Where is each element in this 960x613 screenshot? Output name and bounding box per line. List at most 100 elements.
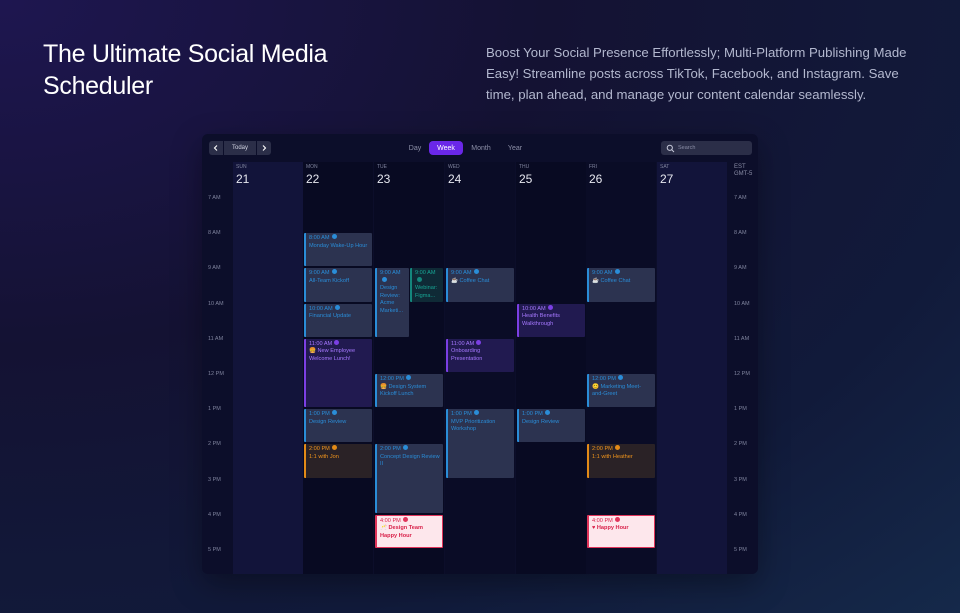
subtext: Boost Your Social Presence Effortlessly;…: [486, 45, 907, 102]
event-time: 1:00 PM: [522, 410, 582, 419]
calendar-event[interactable]: 12:00 PM 😊 Marketing Meet-and-Greet: [587, 374, 655, 408]
calendar-widget: Today Day Week Month Year EST GMT-5 SUN 2…: [202, 134, 758, 574]
event-title: Design Review: [309, 418, 347, 425]
calendar-event[interactable]: 1:00 PM MVP Prioritization Workshop: [446, 409, 514, 478]
event-time: 9:00 AM: [309, 269, 369, 278]
calendar-event[interactable]: 9:00 AM All-Team Kickoff: [304, 268, 372, 302]
day-header-fri: FRI 26: [586, 164, 656, 186]
event-title: 1:1 with Heather: [592, 453, 633, 460]
hour-label-left: 3 PM: [208, 476, 221, 483]
day-date[interactable]: 26: [586, 172, 656, 186]
day-date[interactable]: 25: [516, 172, 586, 186]
tab-year[interactable]: Year: [501, 141, 529, 155]
hour-label-left: 9 AM: [208, 265, 221, 272]
event-time: 9:00 AM: [415, 270, 440, 285]
event-title: ☕ Coffee Chat: [451, 277, 490, 284]
video-call-icon: [334, 339, 340, 345]
event-title: All-Team Kickoff: [309, 277, 349, 284]
calendar-event[interactable]: 8:00 AM Monday Wake-Up Hour: [304, 233, 372, 267]
today-button[interactable]: Today: [224, 141, 256, 155]
video-call-icon: [476, 339, 482, 345]
event-title: Onboarding Presentation: [451, 348, 483, 362]
event-time: 1:00 PM: [451, 410, 511, 419]
event-title: MVP Prioritization Workshop: [451, 418, 496, 433]
calendar-event[interactable]: 1:00 PM Design Review: [304, 409, 372, 443]
calendar-event[interactable]: 11:00 AM Onboarding Presentation: [446, 338, 514, 372]
tab-month[interactable]: Month: [465, 141, 497, 155]
day-name: WED: [448, 164, 460, 170]
hour-label-left: 5 PM: [208, 547, 221, 553]
hour-label-right: 10 AM: [734, 300, 750, 307]
event-time: 9:00 AM: [592, 269, 652, 278]
prev-week-button[interactable]: [209, 141, 223, 155]
calendar-event[interactable]: 9:00 AM ☕ Coffee Chat: [446, 268, 514, 302]
calendar-event[interactable]: 4:00 PM ♥ Happy Hour: [587, 514, 655, 548]
calendar-event[interactable]: 2:00 PM 1:1 with Jon: [304, 444, 372, 478]
hour-label-left: 4 PM: [208, 511, 221, 518]
day-column-thu[interactable]: [516, 162, 586, 574]
video-call-icon: [617, 375, 623, 381]
day-column-sat[interactable]: [657, 162, 727, 574]
calendar-event[interactable]: 9:00 AM ☕ Coffee Chat: [587, 268, 655, 302]
event-title: Financial Update: [309, 313, 351, 320]
event-title: Monday Wake-Up Hour: [309, 242, 368, 249]
day-column-sun[interactable]: [233, 162, 303, 574]
day-date[interactable]: 21: [233, 172, 303, 186]
event-time: 9:00 AM: [451, 269, 511, 278]
event-title: Webinar: Figma...: [415, 285, 438, 299]
day-name: MON: [306, 164, 318, 170]
search-box[interactable]: [661, 141, 752, 155]
tab-day[interactable]: Day: [402, 141, 428, 155]
chevron-left-icon: [213, 145, 218, 151]
event-title: 1:1 with Jon: [309, 453, 339, 460]
search-input[interactable]: [678, 145, 748, 151]
calendar-event[interactable]: 12:00 PM 🍔 Design System Kickoff Lunch: [375, 374, 443, 408]
video-call-icon: [331, 445, 337, 451]
video-call-icon: [547, 304, 553, 310]
day-date[interactable]: 27: [657, 172, 727, 186]
video-call-icon: [382, 276, 387, 282]
day-date[interactable]: 22: [303, 172, 373, 186]
next-week-button[interactable]: [257, 141, 271, 155]
search-icon: [666, 144, 675, 153]
event-title: ♥ Happy Hour: [592, 525, 629, 532]
video-call-icon: [402, 445, 408, 451]
event-time: 11:00 AM: [451, 339, 511, 349]
hour-label-right: 12 PM: [734, 371, 750, 377]
day-date[interactable]: 23: [374, 172, 444, 186]
event-title: Concept Design Review II: [380, 453, 440, 468]
video-call-icon: [614, 269, 620, 275]
day-header-tue: TUE 23: [374, 164, 444, 186]
event-title: 🍔 Design System Kickoff Lunch: [380, 383, 427, 398]
hour-label-left: 11 AM: [208, 335, 224, 342]
calendar-event[interactable]: 9:00 AM Webinar: Figma...: [410, 268, 443, 302]
video-call-icon: [331, 410, 337, 416]
calendar-event[interactable]: 1:00 PM Design Review: [517, 409, 585, 443]
video-call-icon: [544, 410, 550, 416]
day-header-sun: SUN 21: [233, 164, 303, 186]
event-time: 10:00 AM: [522, 304, 582, 314]
video-call-icon: [614, 516, 620, 522]
calendar-event[interactable]: 4:00 PM 🥂 Design Team Happy Hour: [375, 514, 443, 548]
calendar-event[interactable]: 11:00 AM 🍔 New Employee Welcome Lunch!: [304, 338, 372, 408]
day-column-fri[interactable]: [586, 162, 656, 574]
video-call-icon: [331, 234, 337, 240]
day-header-mon: MON 22: [303, 164, 373, 186]
hour-label-right: 11 AM: [734, 335, 750, 342]
hour-label-left: 2 PM: [208, 441, 221, 448]
event-title: 🍔 New Employee Welcome Lunch!: [309, 348, 356, 362]
day-name: FRI: [589, 164, 598, 170]
calendar-event[interactable]: 2:00 PM 1:1 with Heather: [587, 444, 655, 478]
hour-label-right: 4 PM: [734, 511, 747, 518]
calendar-event[interactable]: 9:00 AM Design Review: Acme Marketi...: [375, 268, 409, 337]
hour-label-right: 5 PM: [734, 547, 747, 553]
calendar-event[interactable]: 10:00 AM Health Benefits Walkthrough: [517, 303, 585, 337]
calendar-event[interactable]: 10:00 AM Financial Update: [304, 303, 372, 337]
event-time: 2:00 PM: [380, 445, 440, 454]
calendar-event[interactable]: 2:00 PM Concept Design Review II: [375, 444, 443, 513]
day-name: THU: [519, 164, 530, 170]
event-title: Health Benefits Walkthrough: [522, 313, 560, 327]
hour-label-left: 1 PM: [208, 406, 221, 413]
day-date[interactable]: 24: [445, 172, 515, 186]
tab-week[interactable]: Week: [429, 141, 463, 155]
